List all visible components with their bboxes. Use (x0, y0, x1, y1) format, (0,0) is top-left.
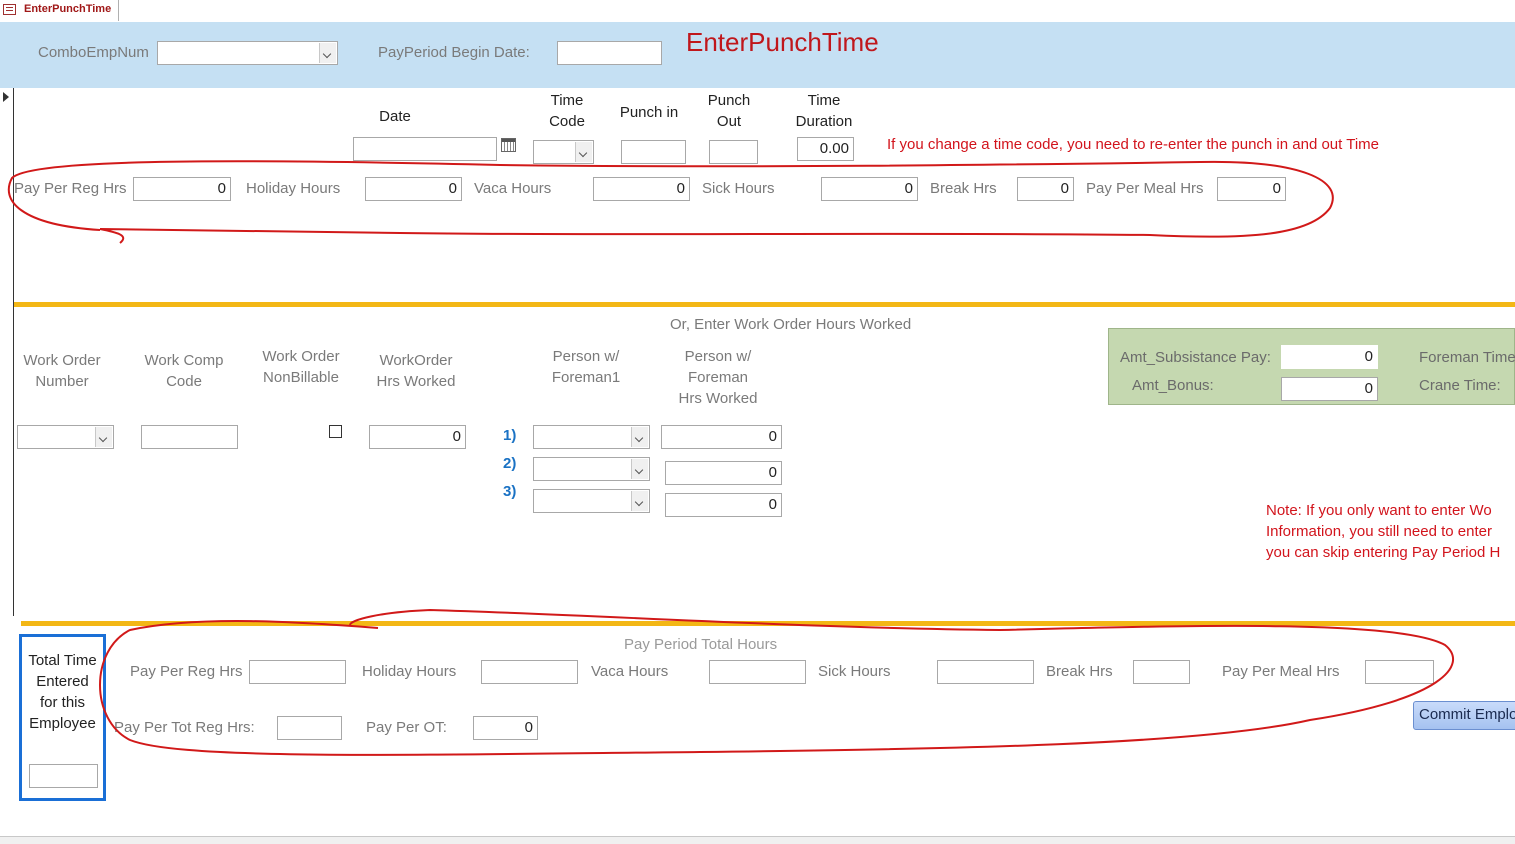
annotation-ellipse-bottom (99, 608, 1455, 756)
annotation-overlay (7, 160, 1455, 756)
annotation-ellipse-top (7, 160, 1334, 244)
